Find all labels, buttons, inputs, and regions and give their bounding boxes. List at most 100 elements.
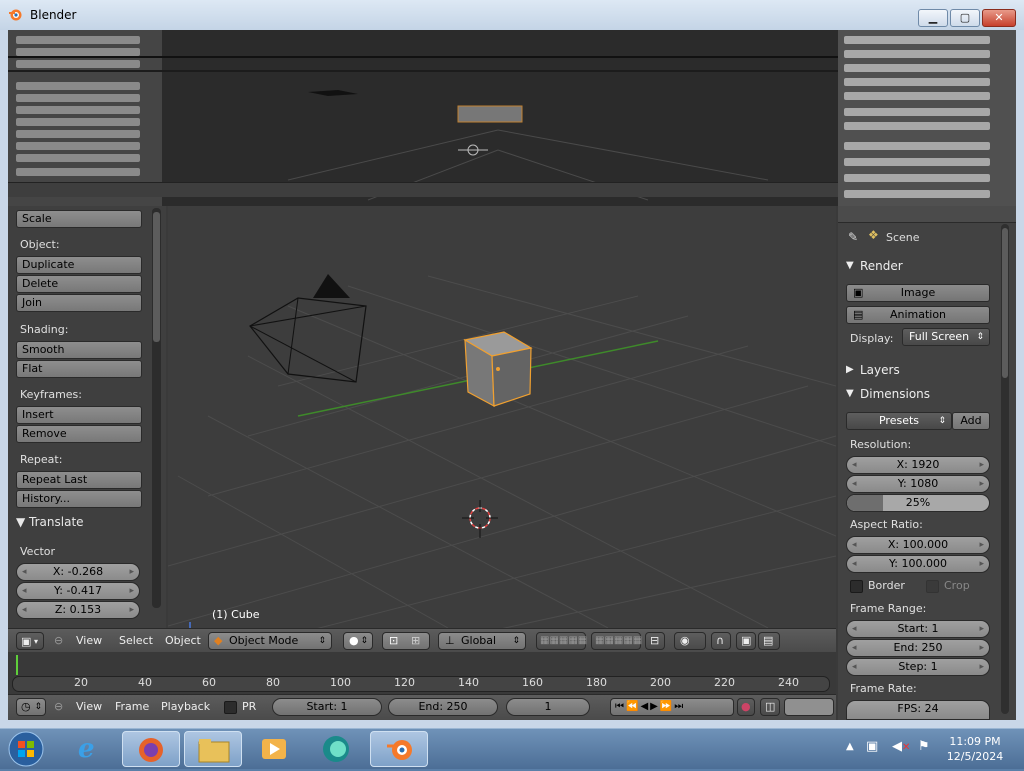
increment-arrow-icon[interactable]: ▸ [979,457,984,473]
view-menu[interactable]: View [76,634,102,647]
current-frame-field[interactable]: 1 [506,698,590,716]
properties-scrollbar[interactable] [1001,224,1009,714]
network-icon[interactable]: ▣ [866,739,878,754]
timeline-editor-type-menu[interactable]: ◷ ⇕ [16,698,46,716]
aspect-y-field[interactable]: ◂ Y: 100.000 ▸ [846,555,990,573]
increment-arrow-icon[interactable]: ▸ [979,556,984,572]
increment-arrow-icon[interactable]: ▸ [129,602,134,618]
keying-set-field[interactable] [784,698,834,716]
taskbar-file-explorer[interactable] [184,731,242,767]
vector-z-field[interactable]: ◂ Z: 0.153 ▸ [16,601,140,619]
decrement-arrow-icon[interactable]: ◂ [852,457,857,473]
decrement-arrow-icon[interactable]: ◂ [22,564,27,580]
resolution-y-field[interactable]: ◂ Y: 1080 ▸ [846,475,990,493]
display-selector[interactable]: Full Screen ⇕ [902,328,990,346]
collapse-menu-icon[interactable]: ⊖ [54,700,63,713]
dimensions-panel-header[interactable]: ▼ Dimensions [840,384,996,406]
layer-buttons-a[interactable]: ▦▦▦▦▦ [536,632,587,650]
history-button[interactable]: History... [16,490,142,508]
vector-x-field[interactable]: ◂ X: -0.268 ▸ [16,563,140,581]
mode-selector[interactable]: ◆ Object Mode ⇕ [208,632,332,650]
3d-cursor-icon[interactable] [462,500,498,538]
timeline-frame-menu[interactable]: Frame [115,700,149,713]
scale-button[interactable]: Scale [16,210,142,228]
duplicate-button[interactable]: Duplicate [16,256,142,274]
increment-arrow-icon[interactable]: ▸ [979,640,984,656]
render-opengl-button[interactable]: ▣ [736,632,756,650]
smooth-button[interactable]: Smooth [16,341,142,359]
current-frame-cursor[interactable] [16,655,18,675]
minimize-button[interactable]: ▁ [918,9,948,27]
start-frame-field[interactable]: Start: 1 [272,698,382,716]
delete-button[interactable]: Delete [16,275,142,293]
show-hidden-icons-button[interactable]: ▲ [846,741,854,752]
action-center-icon[interactable]: ⚑ [918,739,930,754]
properties-tabs[interactable] [838,206,1016,223]
aspect-x-field[interactable]: ◂ X: 100.000 ▸ [846,536,990,554]
taskbar-blender[interactable] [370,731,428,767]
start-button[interactable] [6,730,46,768]
keying-set-button[interactable]: ◫ [760,698,780,716]
pivot-manipulator-buttons[interactable]: ⊡ ⊞ [382,632,430,650]
auto-keying-button[interactable]: ● [737,698,755,716]
presets-menu[interactable]: Presets ⇕ [846,412,952,430]
render-image-button[interactable]: ▣ Image [846,284,990,302]
end-frame-field[interactable]: End: 250 [388,698,498,716]
render-panel-header[interactable]: ▼ Render [840,256,996,278]
playback-controls[interactable]: ⏮⏪◀▶⏩⏭ [610,698,734,716]
proportional-edit-selector[interactable]: ◉ [674,632,706,650]
crop-checkbox[interactable] [926,580,939,593]
timeline-view-menu[interactable]: View [76,700,102,713]
remove-keyframe-button[interactable]: Remove [16,425,142,443]
translate-panel-header[interactable]: ▼ Translate [16,515,84,529]
resolution-percentage-slider[interactable]: 25% [846,494,990,512]
transform-orientation-selector[interactable]: ⊥ Global ⇕ [438,632,526,650]
editor-type-menu[interactable]: ▣ ▾ [16,632,44,650]
decrement-arrow-icon[interactable]: ◂ [852,621,857,637]
insert-keyframe-button[interactable]: Insert [16,406,142,424]
increment-arrow-icon[interactable]: ▸ [979,659,984,675]
decrement-arrow-icon[interactable]: ◂ [22,602,27,618]
select-menu[interactable]: Select [119,634,153,647]
repeat-last-button[interactable]: Repeat Last [16,471,142,489]
viewport-shading-selector[interactable]: ● ⇕ [343,632,373,650]
frame-end-field[interactable]: ◂ End: 250 ▸ [846,639,990,657]
layer-lock-button[interactable]: ⊟ [645,632,665,650]
taskbar-internet-explorer[interactable]: e [62,731,120,767]
taskbar-firefox[interactable] [122,731,180,767]
timeline-editor[interactable]: 20 40 60 80 100 120 140 160 180 200 220 240 [8,652,836,694]
increment-arrow-icon[interactable]: ▸ [979,537,984,553]
preview-range-checkbox[interactable] [224,701,237,714]
layers-panel-header[interactable]: ▶ Layers [840,360,996,382]
increment-arrow-icon[interactable]: ▸ [129,564,134,580]
snap-toggle[interactable]: ∩ [711,632,731,650]
3d-viewport[interactable]: (1) Cube [168,206,836,628]
close-button[interactable]: ✕ [982,9,1016,27]
add-preset-button[interactable]: Add [952,412,990,430]
timeline-playback-menu[interactable]: Playback [161,700,210,713]
render-animation-button[interactable]: ▤ Animation [846,306,990,324]
pin-icon[interactable]: ✎ [848,230,858,244]
maximize-button[interactable]: ▢ [950,9,980,27]
flat-button[interactable]: Flat [16,360,142,378]
decrement-arrow-icon[interactable]: ◂ [852,537,857,553]
collapse-menu-icon[interactable]: ⊖ [54,634,63,647]
fps-selector[interactable]: FPS: 24 [846,700,990,720]
resolution-x-field[interactable]: ◂ X: 1920 ▸ [846,456,990,474]
decrement-arrow-icon[interactable]: ◂ [852,659,857,675]
system-clock[interactable]: 11:09 PM 12/5/2024 [940,734,1010,764]
taskbar-app-teal[interactable] [308,731,366,767]
render-animation-button[interactable]: ▤ [758,632,780,650]
layer-buttons-b[interactable]: ▦▦▦▦▦ [591,632,642,650]
tool-shelf-scrollbar[interactable] [152,208,161,608]
increment-arrow-icon[interactable]: ▸ [979,476,984,492]
taskbar-media-player[interactable] [246,731,304,767]
frame-step-field[interactable]: ◂ Step: 1 ▸ [846,658,990,676]
vector-y-field[interactable]: ◂ Y: -0.417 ▸ [16,582,140,600]
join-button[interactable]: Join [16,294,142,312]
border-checkbox[interactable] [850,580,863,593]
object-menu[interactable]: Object [165,634,201,647]
selected-cube[interactable] [463,331,533,408]
volume-muted-icon[interactable]: ◀✕ [892,739,910,754]
increment-arrow-icon[interactable]: ▸ [129,583,134,599]
